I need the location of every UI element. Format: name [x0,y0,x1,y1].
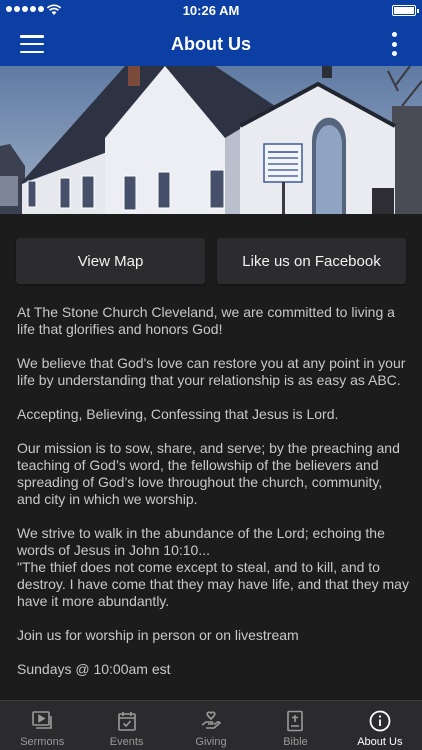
view-map-button[interactable]: View Map [16,238,205,284]
tab-label: Bible [283,736,308,748]
tab-bible[interactable]: Bible [253,701,337,750]
about-paragraph: Our mission is to sow, share, and serve;… [17,440,400,507]
battery-icon [392,5,419,16]
bible-book-icon [287,710,304,732]
sermons-video-icon [32,711,53,729]
more-options-icon[interactable] [390,32,398,56]
church-illustration [0,66,422,214]
giving-hand-heart-icon [201,711,222,729]
about-quote: "The thief does not come except to steal… [17,559,409,609]
tab-bar: Sermons Events Giving Bible About Us [0,700,422,750]
service-times: Sundays @ 10:00am est [17,661,171,677]
status-bar: 10:26 AM [0,0,422,22]
tab-label: About Us [357,736,403,748]
about-paragraph: At The Stone Church Cleveland, we are co… [17,304,395,337]
tab-about-us[interactable]: About Us [338,701,422,750]
about-description: At The Stone Church Cleveland, we are co… [17,304,409,695]
tab-label: Events [109,736,144,748]
tab-events[interactable]: Events [84,701,168,750]
about-paragraph: Accepting, Believing, Confessing that Je… [17,406,339,422]
about-paragraph: Join us for worship in person or on live… [17,627,299,643]
about-paragraph: We strive to walk in the abundance of th… [17,525,385,558]
page-title: About Us [171,34,251,54]
action-buttons: View Map Like us on Facebook [16,238,406,284]
nav-bar: About Us [0,22,422,66]
tab-sermons[interactable]: Sermons [0,701,84,750]
about-paragraph: We believe that God's love can restore y… [17,355,406,388]
status-time: 10:26 AM [182,3,240,18]
tab-label: Giving [195,736,227,748]
tab-giving[interactable]: Giving [169,701,253,750]
calendar-check-icon [117,712,136,731]
facebook-like-button[interactable]: Like us on Facebook [217,238,406,284]
tab-label: Sermons [20,736,65,748]
church-photo [0,66,422,214]
info-circle-icon [369,710,391,732]
